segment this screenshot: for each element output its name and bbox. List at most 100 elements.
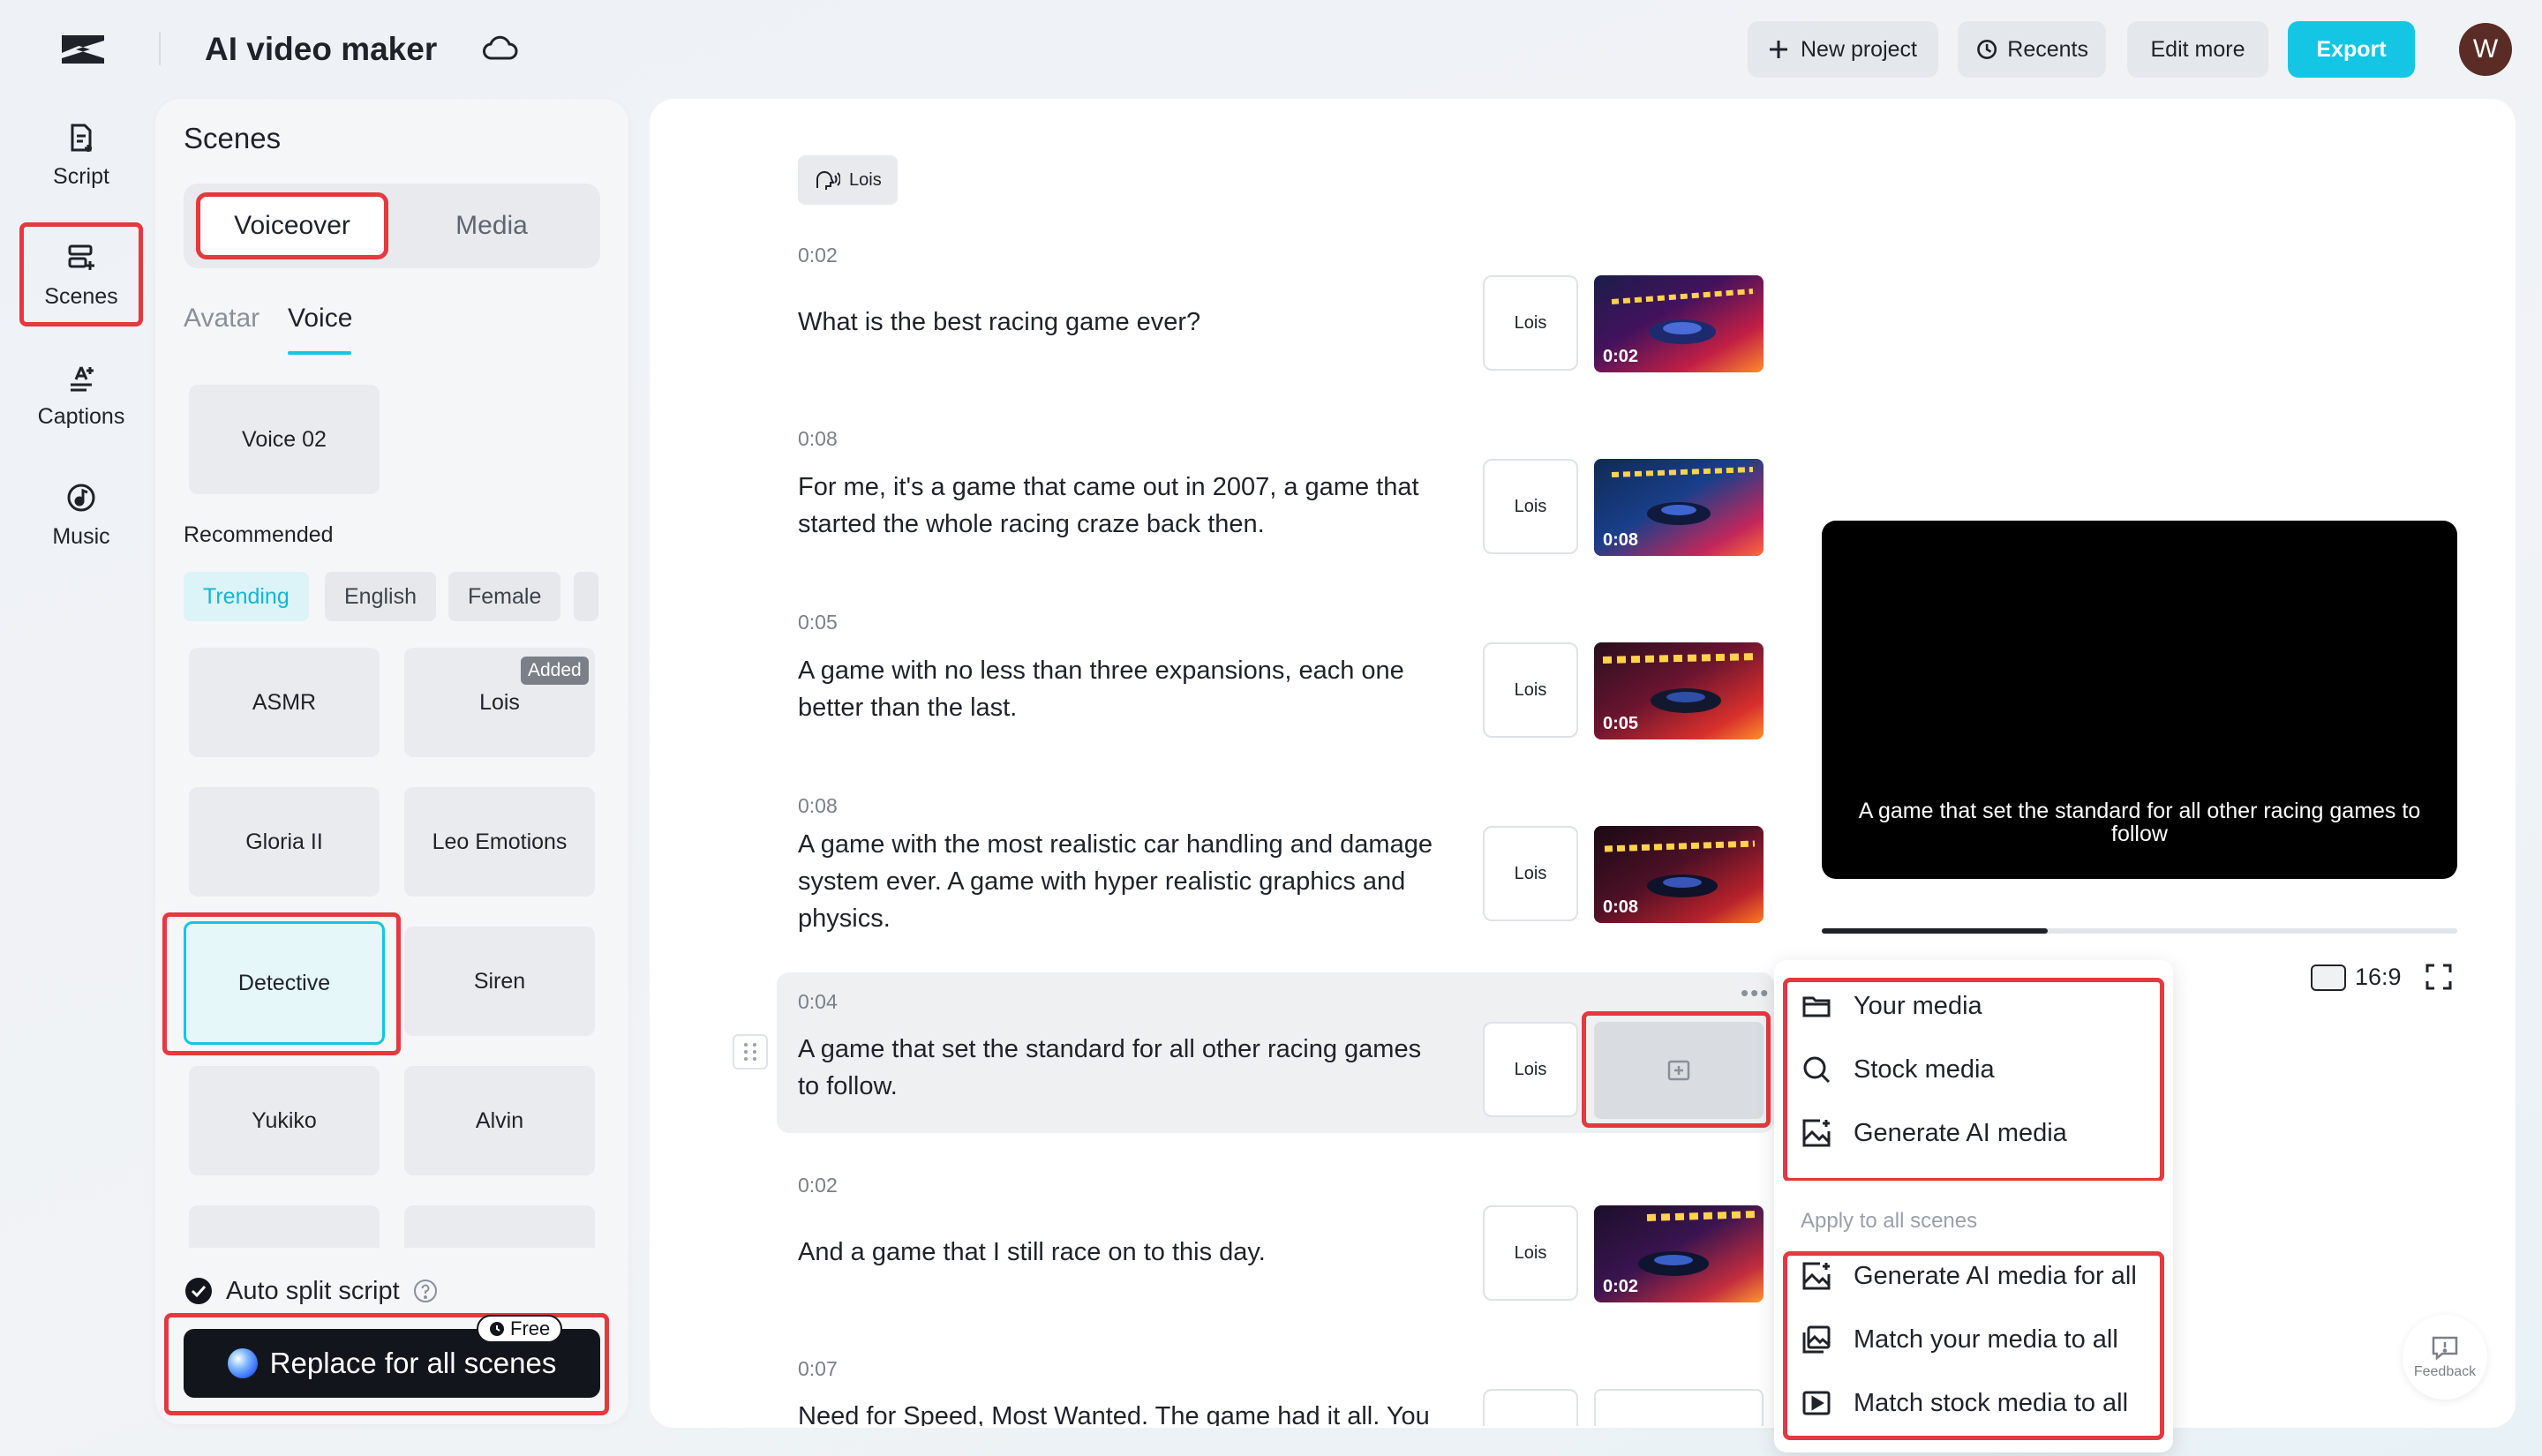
menu-item-generate-ai-media[interactable]: Generate AI media — [1801, 1108, 2067, 1158]
preview-caption: A game that set the standard for all oth… — [1858, 799, 2421, 846]
chip-english[interactable]: English — [325, 572, 436, 621]
feedback-icon — [2432, 1336, 2458, 1361]
scene-text[interactable]: A game with no less than three expansion… — [798, 652, 1442, 726]
voice-card-partial[interactable] — [404, 1205, 595, 1248]
plus-icon — [1770, 41, 1787, 58]
scene-voice-button[interactable]: Lois — [1483, 1205, 1578, 1301]
add-media-icon — [1667, 1060, 1690, 1081]
menu-item-label: Match stock media to all — [1854, 1388, 2129, 1417]
recents-label: Recents — [2007, 36, 2088, 62]
feedback-label: Feedback — [2413, 1364, 2477, 1379]
fullscreen-icon[interactable] — [2424, 962, 2454, 992]
subtab-voice[interactable]: Voice — [288, 304, 352, 334]
scene-thumbnail[interactable]: 0:08 — [1594, 459, 1764, 556]
music-icon — [67, 484, 95, 511]
scene-voice-button[interactable] — [1483, 1389, 1578, 1426]
scene-thumbnail[interactable] — [1594, 1389, 1764, 1426]
scene-text[interactable]: A game with the most realistic car handl… — [798, 826, 1442, 937]
menu-item-label: Generate AI media for all — [1854, 1261, 2137, 1290]
panel-title: Scenes — [184, 122, 282, 154]
clock-icon — [490, 1322, 504, 1336]
ai-image-icon — [1802, 1262, 1831, 1290]
voice-card-yukiko[interactable]: Yukiko — [189, 1066, 380, 1175]
subtab-underline — [288, 351, 351, 355]
cloud-icon[interactable] — [482, 34, 519, 64]
scene-thumbnail[interactable]: 0:08 — [1594, 826, 1764, 923]
menu-item-generate-ai-media-for-all[interactable]: Generate AI media for all — [1801, 1251, 2137, 1301]
playback-progress-fill — [1822, 928, 2048, 934]
tab-voiceover[interactable]: Voiceover — [196, 192, 388, 259]
scene-voice-button[interactable]: Lois — [1483, 642, 1578, 738]
scene-thumbnail[interactable]: 0:02 — [1594, 1205, 1764, 1302]
scene-text[interactable]: And a game that I still race on to this … — [798, 1234, 1442, 1271]
drag-handle-icon[interactable] — [733, 1034, 768, 1069]
rail-item-script[interactable]: Script — [19, 102, 143, 206]
video-play-icon — [1802, 1391, 1831, 1415]
menu-item-label: Generate AI media — [1854, 1118, 2067, 1147]
recommended-label: Recommended — [184, 522, 334, 547]
chip-female[interactable]: Female — [448, 572, 561, 621]
edit-more-button[interactable]: Edit more — [2127, 21, 2268, 78]
recents-button[interactable]: Recents — [1958, 21, 2106, 78]
new-project-button[interactable]: New project — [1748, 21, 1938, 78]
scene-voice-button[interactable]: Lois — [1483, 275, 1578, 371]
scene-voice-button[interactable]: Lois — [1483, 1022, 1578, 1117]
grip-dots — [744, 1043, 756, 1061]
capcut-logo — [62, 35, 104, 64]
current-voice-card[interactable]: Voice 02 — [189, 385, 380, 494]
scene-time: 0:02 — [798, 1174, 838, 1197]
export-button[interactable]: Export — [2288, 21, 2415, 78]
user-avatar[interactable]: W — [2459, 23, 2512, 76]
export-label: Export — [2316, 36, 2387, 62]
feedback-button[interactable]: Feedback — [2403, 1315, 2487, 1400]
menu-item-match-stock-media[interactable]: Match stock media to all — [1801, 1378, 2128, 1428]
rail-item-music[interactable]: Music — [19, 462, 143, 567]
menu-item-label: Your media — [1854, 991, 1982, 1020]
scene-text[interactable]: A game that set the standard for all oth… — [798, 1031, 1442, 1105]
speaker-chip[interactable]: Lois — [798, 155, 898, 205]
header-divider — [159, 32, 161, 65]
add-media-placeholder[interactable] — [1594, 1022, 1764, 1119]
scene-voice-button[interactable]: Lois — [1483, 459, 1578, 554]
voice-card-leo-emotions[interactable]: Leo Emotions — [404, 787, 595, 897]
scene-text[interactable]: For me, it's a game that came out in 200… — [798, 469, 1442, 543]
thumbnail-duration: 0:08 — [1603, 897, 1639, 917]
aspect-ratio-selector[interactable]: 16:9 — [2311, 964, 2402, 991]
clock-icon — [1977, 40, 1997, 59]
scene-text[interactable]: What is the best racing game ever? — [798, 304, 1442, 341]
scene-time: 0:08 — [798, 427, 838, 450]
chip-more[interactable] — [574, 572, 598, 621]
voice-card-partial[interactable] — [189, 1205, 380, 1248]
help-icon[interactable] — [412, 1278, 439, 1304]
list-fade — [173, 1248, 614, 1265]
scene-text[interactable]: Need for Speed, Most Wanted. The game ha… — [798, 1398, 1442, 1426]
free-badge: Free — [477, 1315, 563, 1343]
rail-item-captions[interactable]: Captions — [19, 342, 143, 447]
voice-card-alvin[interactable]: Alvin — [404, 1066, 595, 1175]
scene-time: 0:05 — [798, 611, 838, 634]
voice-card-asmr[interactable]: ASMR — [189, 648, 380, 757]
voice-head-icon — [816, 171, 840, 190]
aspect-ratio-label: 16:9 — [2355, 964, 2402, 990]
auto-split-label: Auto split script — [226, 1276, 400, 1305]
scene-thumbnail[interactable]: 0:05 — [1594, 642, 1764, 739]
scene-thumbnail[interactable]: 0:02 — [1594, 275, 1764, 372]
voice-card-gloria[interactable]: Gloria II — [189, 787, 380, 897]
menu-divider — [1785, 1181, 2161, 1182]
menu-item-match-your-media[interactable]: Match your media to all — [1801, 1315, 2118, 1364]
voice-card-detective[interactable]: Detective — [184, 921, 385, 1045]
checkbox-checked-icon[interactable] — [184, 1276, 214, 1306]
menu-item-label: Stock media — [1854, 1054, 1995, 1084]
folder-icon — [1802, 996, 1831, 1017]
menu-item-your-media[interactable]: Your media — [1801, 981, 1982, 1031]
scene-voice-button[interactable]: Lois — [1483, 826, 1578, 921]
rail-item-scenes[interactable]: Scenes — [19, 222, 143, 326]
tab-media[interactable]: Media — [394, 192, 590, 259]
menu-item-stock-media[interactable]: Stock media — [1801, 1045, 1995, 1094]
auto-split-row[interactable]: Auto split script — [184, 1276, 439, 1306]
chip-trending[interactable]: Trending — [184, 572, 309, 621]
voice-card-siren[interactable]: Siren — [404, 927, 595, 1036]
subtab-avatar[interactable]: Avatar — [184, 304, 259, 334]
images-icon — [1802, 1325, 1831, 1354]
scene-more-icon[interactable]: ••• — [1741, 979, 1770, 1007]
